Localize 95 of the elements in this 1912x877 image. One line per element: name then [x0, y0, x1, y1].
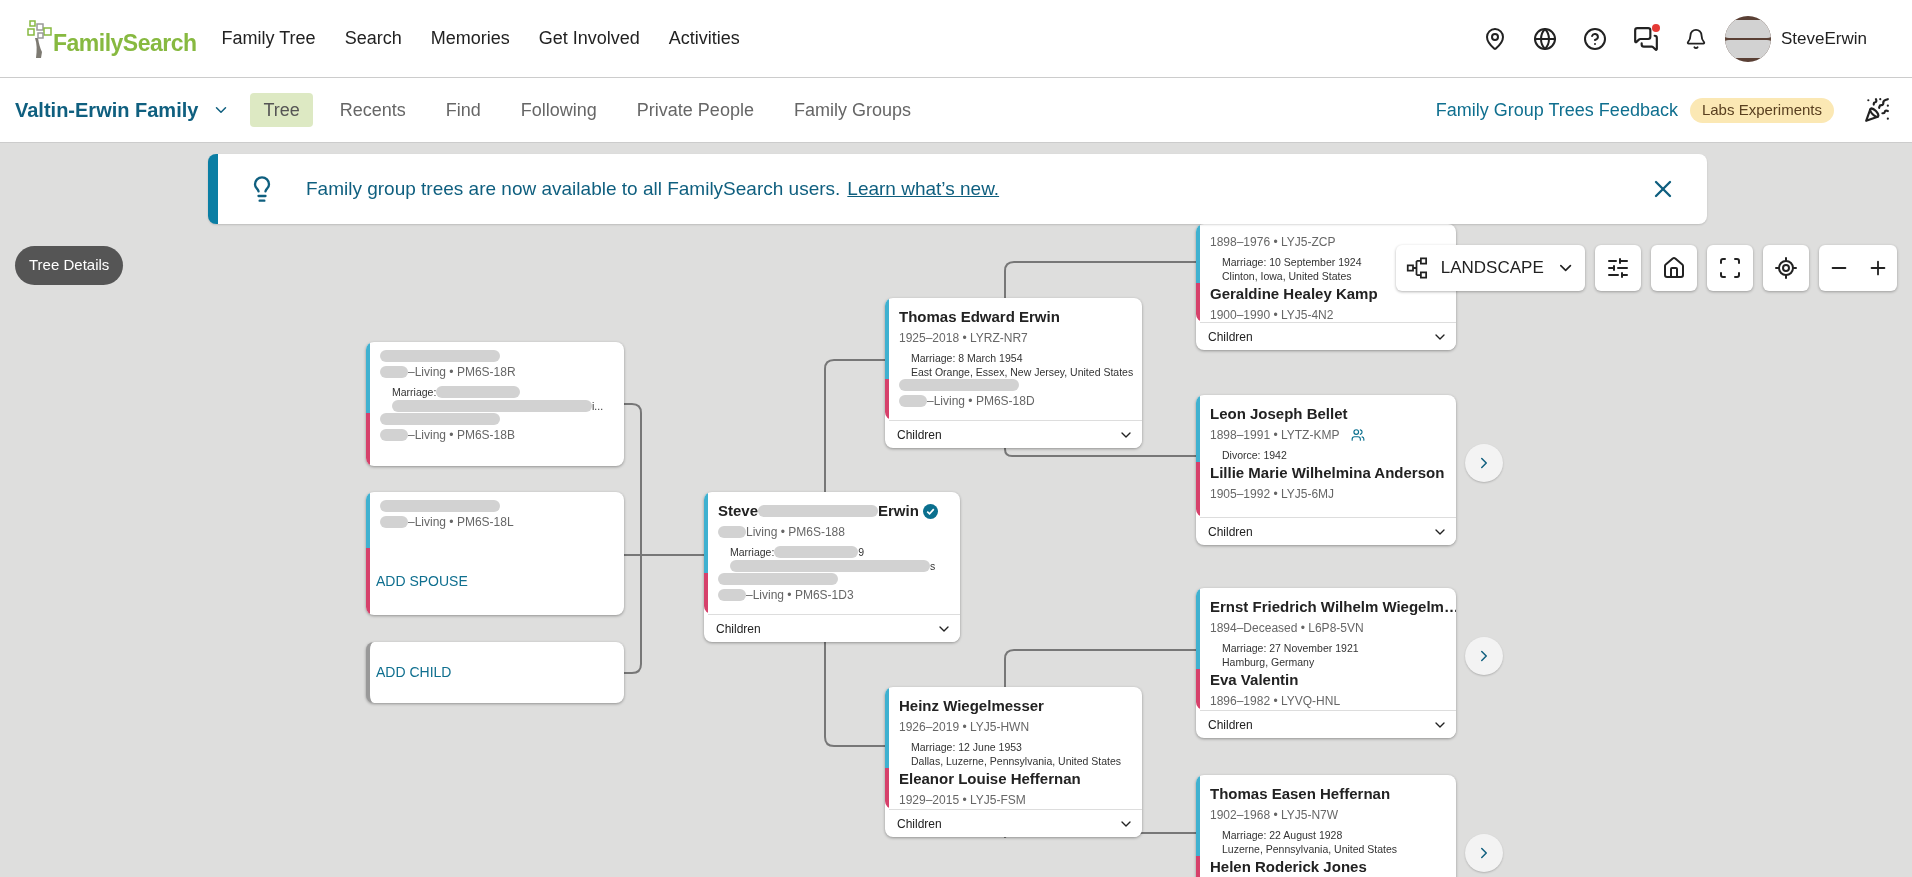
layout-dropdown[interactable]: LANDSCAPE [1396, 245, 1585, 291]
add-child-card[interactable]: ADD CHILD [366, 642, 624, 703]
fullscreen-icon [1718, 256, 1742, 280]
event-text: Divorce: 1942 [1222, 448, 1287, 462]
place-text: Clinton, Iowa, United States [1222, 269, 1352, 283]
globe-icon[interactable] [1533, 26, 1557, 51]
life-dates: –Living • PM6S-18D [927, 393, 1035, 410]
children-dropdown[interactable]: Children [708, 614, 960, 642]
life-dates: 1898–1991 • LYTZ-KMP [1210, 427, 1340, 444]
person-card[interactable]: –Living • PM6S-18R Marriage: i... –Living • PM6S-18B [366, 342, 624, 466]
person-card[interactable]: Thomas Edward Erwin 1925–2018 • LYRZ-NR7 Marriage: 8 March 1954 East Orange, Essex, New Jersey, United States –Living • PM6S-18D Children [885, 298, 1142, 448]
fullscreen-button[interactable] [1707, 245, 1753, 291]
user-name[interactable]: SteveErwin [1781, 25, 1867, 52]
learn-more-link[interactable]: Learn what’s new. [847, 174, 1000, 204]
tab[interactable]: Recents [326, 93, 419, 127]
life-dates: 1905–1992 • LYJ5-6MJ [1210, 486, 1335, 503]
life-dates: 1902–1968 • LYJ5-N7W [1210, 807, 1339, 824]
life-dates: Living • PM6S-188 [746, 524, 845, 541]
person-name: Geraldine Healey Kamp [1210, 284, 1378, 304]
person-name: Erwin [878, 501, 919, 521]
person-name: Steve [718, 501, 759, 521]
person-name: Lillie Marie Wilhelmina Anderson [1210, 463, 1445, 483]
nav-link[interactable]: Search [344, 25, 402, 52]
locate-button[interactable] [1763, 245, 1809, 291]
life-dates: 1925–2018 • LYRZ-NR7 [899, 330, 1028, 347]
event-text: Marriage: 27 November 1921 [1222, 641, 1359, 655]
life-dates: –Living • PM6S-18L [408, 514, 514, 531]
target-icon [1774, 256, 1798, 280]
place-text: i... [592, 399, 604, 413]
place-text: Dallas, Luzerne, Pennsylvania, United States [911, 754, 1122, 768]
person-name: Thomas Edward Erwin [899, 307, 1060, 327]
life-dates: 1900–1990 • LYJ5-4N2 [1210, 307, 1334, 322]
bell-icon[interactable] [1685, 27, 1707, 50]
party-popper-icon[interactable] [1864, 97, 1890, 123]
place-text: s [930, 559, 936, 573]
sliders-icon [1606, 256, 1630, 280]
tab[interactable]: Private People [623, 93, 767, 127]
home-button[interactable] [1651, 245, 1697, 291]
person-card[interactable]: Steve Erwin Living • PM6S-188 Marriage: 9 s –Living • PM6S-1D3 Children [704, 492, 960, 642]
messages-icon[interactable] [1633, 25, 1659, 52]
life-dates: 1929–2015 • LYJ5-FSM [899, 792, 1026, 809]
nav-link[interactable]: Memories [430, 25, 510, 52]
person-name: Leon Joseph Bellet [1210, 404, 1348, 424]
nav-link[interactable]: Activities [668, 25, 740, 52]
labs-badge: Labs Experiments [1689, 97, 1834, 123]
event-text: Marriage: [392, 385, 437, 399]
help-icon[interactable] [1583, 26, 1607, 51]
map-pin-icon[interactable] [1483, 26, 1507, 51]
life-dates: 1898–1976 • LYJ5-ZCP [1210, 234, 1336, 251]
tab[interactable]: Find [432, 93, 494, 127]
children-dropdown[interactable]: Children [1200, 322, 1456, 350]
home-icon [1662, 256, 1686, 280]
life-dates: 1896–1982 • LYVQ-HNL [1210, 693, 1341, 710]
children-dropdown[interactable]: Children [889, 420, 1142, 448]
life-dates: –Living • PM6S-18B [408, 427, 515, 444]
place-text: Hamburg, Germany [1222, 655, 1315, 669]
banner-text: Family group trees are now available to all FamilySearch users. [306, 176, 841, 201]
person-name: Heinz Wiegelmesser [899, 696, 1044, 716]
event-text: Marriage: 8 March 1954 [911, 351, 1023, 365]
life-dates: –Living • PM6S-1D3 [746, 587, 854, 604]
settings-button[interactable] [1595, 245, 1641, 291]
children-dropdown[interactable]: Children [889, 809, 1142, 837]
person-card[interactable]: Heinz Wiegelmesser 1926–2019 • LYJ5-HWN Marriage: 12 June 1953 Dallas, Luzerne, Pennsylvania, United States Eleanor Louise Heffernan 1929–2015 • LYJ5-FSM Children [885, 687, 1142, 837]
tree-details-button[interactable]: Tree Details [15, 246, 124, 285]
person-name: Helen Roderick Jones [1210, 857, 1367, 877]
feedback-link[interactable]: Family Group Trees Feedback [1435, 96, 1678, 124]
event-text: Marriage: [730, 545, 775, 559]
nav-link[interactable]: Family Tree [221, 25, 316, 52]
person-name: Thomas Easen Heffernan [1210, 784, 1391, 804]
tree-layout-icon [1406, 255, 1429, 281]
event-text: 9 [858, 545, 865, 559]
people-icon[interactable] [1351, 428, 1366, 442]
event-text: Marriage: 12 June 1953 [911, 740, 1022, 754]
family-selector[interactable]: Valtin-Erwin Family [15, 95, 231, 125]
person-card[interactable]: Thomas Easen Heffernan 1902–1968 • LYJ5-N7W Marriage: 22 August 1928 Luzerne, Pennsylvania, United States Helen Roderick Jones [1196, 775, 1456, 877]
place-text: East Orange, Essex, New Jersey, United States [911, 365, 1134, 379]
add-spouse-link[interactable]: ADD SPOUSE [376, 571, 468, 592]
event-text: Marriage: 22 August 1928 [1222, 828, 1343, 842]
life-dates: 1894–Deceased • L6P8-5VN [1210, 620, 1364, 637]
tree-logo-icon [27, 19, 53, 58]
person-card[interactable]: –Living • PM6S-18L ADD SPOUSE [366, 492, 624, 615]
life-dates: 1926–2019 • LYJ5-HWN [899, 719, 1030, 736]
person-name: Eva Valentin [1210, 670, 1299, 690]
person-name: Eleanor Louise Heffernan [899, 769, 1081, 789]
person-card[interactable]: Leon Joseph Bellet 1898–1991 • LYTZ-KMP Divorce: 1942 Lillie Marie Wilhelmina Anderson 1905–1992 • LYJ5-6MJ Children [1196, 395, 1456, 545]
event-text: Marriage: 10 September 1924 [1222, 255, 1362, 269]
children-dropdown[interactable]: Children [1200, 517, 1456, 545]
tab[interactable]: Following [507, 93, 610, 127]
tab[interactable]: Tree [250, 93, 313, 127]
place-text: Luzerne, Pennsylvania, United States [1222, 842, 1398, 856]
nav-link[interactable]: Get Involved [538, 25, 640, 52]
life-dates: –Living • PM6S-18R [408, 364, 516, 381]
tab[interactable]: Family Groups [780, 93, 924, 127]
children-dropdown[interactable]: Children [1200, 710, 1456, 738]
avatar[interactable] [1725, 15, 1771, 62]
